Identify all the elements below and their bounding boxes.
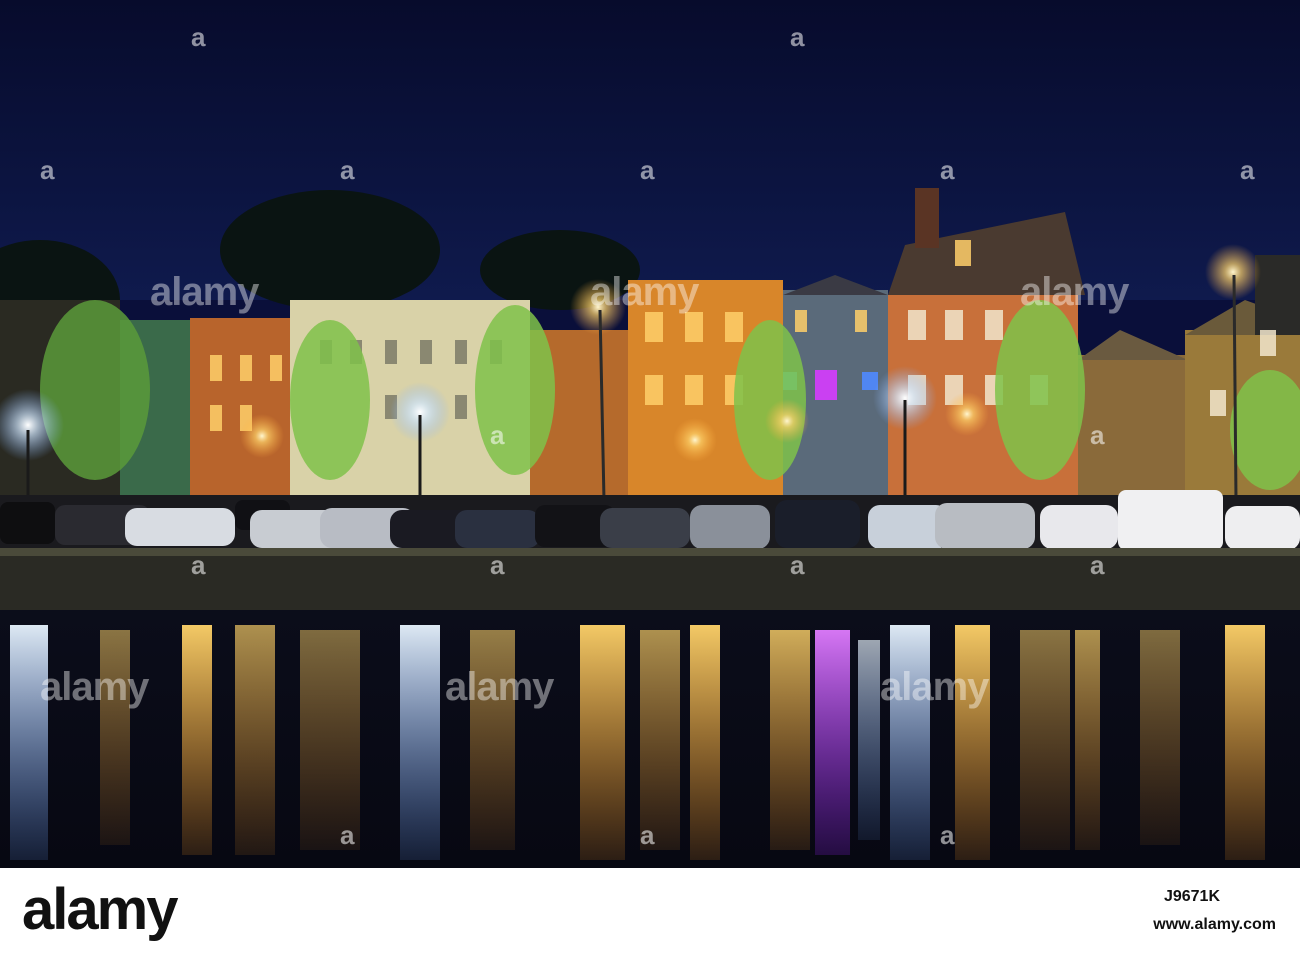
stock-footer: alamy J9671K www.alamy.com	[0, 868, 1300, 956]
alamy-logo: alamy	[22, 877, 178, 942]
harbor-night-photo: alamy alamy alamy alamy alamy alamy a a …	[0, 0, 1300, 868]
image-id: J9671K	[1163, 888, 1220, 905]
source-url: www.alamy.com	[1153, 916, 1276, 933]
night-sky	[0, 0, 1300, 300]
waterfront-scene	[0, 0, 1300, 868]
seawall	[0, 548, 1300, 610]
